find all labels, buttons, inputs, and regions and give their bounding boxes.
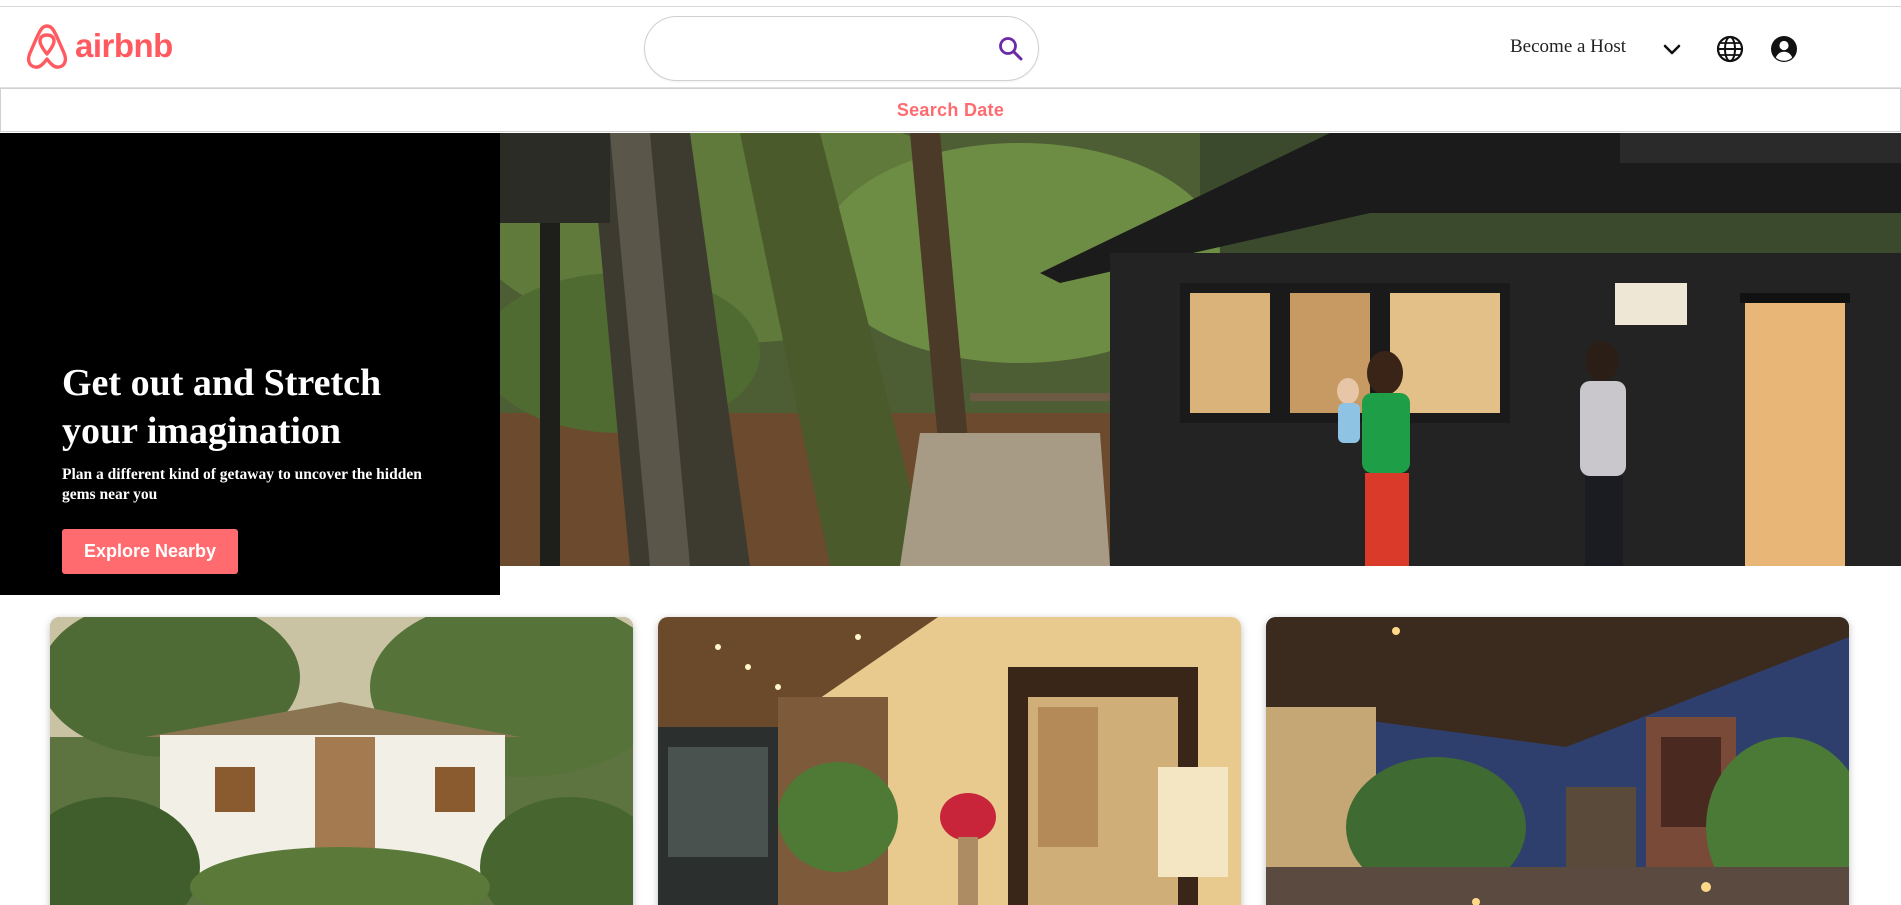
search-icon[interactable] — [997, 35, 1025, 63]
account-circle-icon[interactable] — [1769, 34, 1799, 64]
search-bar[interactable] — [644, 16, 1039, 81]
search-date-bar[interactable]: Search Date — [0, 88, 1901, 132]
listing-card[interactable] — [658, 617, 1241, 905]
hero-image — [500, 133, 1901, 566]
airbnb-logo-icon — [26, 24, 68, 69]
become-host-link[interactable]: Become a Host — [1510, 36, 1626, 58]
listing-image-courtyard — [1266, 617, 1849, 905]
search-input[interactable] — [665, 31, 965, 67]
listing-card[interactable] — [50, 617, 633, 905]
hero-panel: Get out and Stretch your imagination Pla… — [0, 133, 500, 595]
listing-image-interior — [658, 617, 1241, 905]
listing-image-cottage — [50, 617, 633, 905]
explore-nearby-button[interactable]: Explore Nearby — [62, 529, 238, 574]
brand-name: airbnb — [75, 27, 173, 64]
hero-subtitle: Plan a different kind of getaway to unco… — [62, 466, 422, 503]
site-header: airbnb Become a Host — [0, 7, 1901, 88]
hero-title: Get out and Stretch your imagination — [62, 362, 382, 452]
search-date-label: Search Date — [896, 99, 1005, 120]
chevron-down-icon[interactable] — [1660, 38, 1684, 62]
listing-card[interactable] — [1266, 617, 1849, 905]
brand-logo[interactable]: airbnb — [25, 22, 173, 70]
top-border — [0, 0, 1901, 7]
globe-icon[interactable] — [1715, 34, 1745, 64]
